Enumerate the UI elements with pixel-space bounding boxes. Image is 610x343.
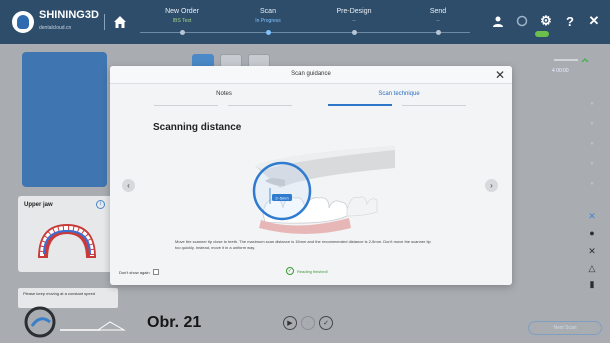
divider <box>104 14 105 30</box>
step-label: Send <box>429 8 447 15</box>
figure-label: Obr. 21 <box>147 314 202 331</box>
pause-icon[interactable]: ◌ <box>301 316 315 330</box>
home-icon[interactable] <box>112 14 128 30</box>
step-dot <box>436 30 441 35</box>
tooth-icon[interactable]: ● <box>587 228 597 238</box>
scan-controls: ▶ ◌ ✓ <box>283 316 333 330</box>
tool-icon[interactable]: ◦ <box>587 178 597 188</box>
play-icon[interactable]: ▶ <box>283 316 297 330</box>
top-right-controls: ⚙ ? ✕ <box>490 13 602 29</box>
step-label: New Order <box>165 8 199 15</box>
lasso-icon[interactable]: ✕ <box>587 211 597 221</box>
tab-underline <box>154 105 218 106</box>
jaw-arch-illustration <box>38 224 96 258</box>
dont-show-label: Don't show again <box>119 269 150 275</box>
scanning-distance-illustration: 2–5mm <box>252 146 395 234</box>
step-label: Scan <box>260 8 276 15</box>
step-sub: -- <box>352 18 356 24</box>
next-arrow-icon[interactable]: › <box>485 179 498 192</box>
reading-finished-label: Reading finished! <box>297 268 328 274</box>
dont-show-checkbox[interactable] <box>152 269 159 275</box>
scan-preview-panel <box>22 52 107 187</box>
connection-toggle[interactable] <box>535 31 549 37</box>
check-icon[interactable]: ✓ <box>319 316 333 330</box>
step-dot-active <box>266 30 271 35</box>
logo: SHINING3D dentalcloud.cn <box>12 10 99 34</box>
tool-icon[interactable]: ◦ <box>587 138 597 148</box>
close-icon[interactable]: ✕ <box>494 68 506 82</box>
right-toolbar: ◦ ◦ ◦ ◦ ◦ ✕ ● ✕ △ ▮ <box>583 96 601 289</box>
tooth-logo-icon <box>12 11 34 33</box>
help-icon[interactable]: ? <box>562 13 578 29</box>
upper-jaw-label: Upper jaw <box>24 202 53 208</box>
step-pre-design[interactable]: Pre-Design -- <box>314 8 394 24</box>
dont-show-again[interactable]: Don't show again <box>119 269 159 275</box>
status-icon[interactable] <box>514 13 530 29</box>
info-icon[interactable]: i <box>96 200 105 209</box>
workflow-steps: New Order IBS Test Scan In Progress Pre-… <box>140 8 470 38</box>
step-send[interactable]: Send -- <box>398 8 478 24</box>
tab-underline <box>228 105 292 106</box>
tool-icon[interactable]: ◦ <box>587 158 597 168</box>
scan-timer: 4 00:00 <box>552 68 569 74</box>
brand-subtitle: dentalcloud.cn <box>39 25 72 31</box>
trash-icon[interactable]: ▮ <box>587 279 597 289</box>
tab-underline-active <box>328 104 392 106</box>
scan-guidance-dialog: Scan guidance ✕ Notes Scan technique Sca… <box>110 66 512 285</box>
cross-icon[interactable]: ✕ <box>587 246 597 256</box>
dialog-title: Scan guidance <box>291 71 331 77</box>
step-line <box>140 32 470 33</box>
user-icon[interactable] <box>490 13 506 29</box>
step-sub: In Progress <box>255 18 281 24</box>
step-dot <box>352 30 357 35</box>
step-label: Pre-Design <box>336 8 372 15</box>
tab-notes[interactable]: Notes <box>214 91 234 97</box>
step-scan[interactable]: Scan In Progress <box>228 8 308 24</box>
brand-name: SHINING3D <box>39 9 99 21</box>
step-new-order[interactable]: New Order IBS Test <box>142 8 222 24</box>
dialog-header: Scan guidance ✕ <box>110 66 512 84</box>
gear-icon[interactable]: ⚙ <box>538 13 554 29</box>
warning-icon[interactable]: △ <box>587 263 597 273</box>
upper-jaw-card[interactable]: Upper jaw i <box>18 196 118 272</box>
next-scan-button[interactable]: Next Scan <box>528 321 602 335</box>
instruction-text: Move the scanner tip close to teeth. The… <box>175 239 431 250</box>
tab-underline <box>402 105 466 106</box>
tool-icon[interactable]: ◦ <box>587 98 597 108</box>
close-icon[interactable]: ✕ <box>586 13 602 29</box>
tab-scan-technique[interactable]: Scan technique <box>374 91 424 97</box>
top-bar: SHINING3D dentalcloud.cn New Order IBS T… <box>0 0 610 44</box>
watermark-logo <box>24 306 126 338</box>
distance-label: 2–5mm <box>275 196 289 201</box>
prev-arrow-icon[interactable]: ‹ <box>122 179 135 192</box>
reading-finished: ✓ Reading finished! <box>286 267 328 275</box>
tool-icon[interactable]: ◦ <box>587 118 597 128</box>
step-sub: IBS Test <box>172 18 192 24</box>
check-circle-icon: ✓ <box>286 267 294 275</box>
signal-indicator <box>552 56 592 66</box>
section-title: Scanning distance <box>153 122 242 133</box>
step-dot <box>180 30 185 35</box>
step-sub: -- <box>436 18 440 24</box>
